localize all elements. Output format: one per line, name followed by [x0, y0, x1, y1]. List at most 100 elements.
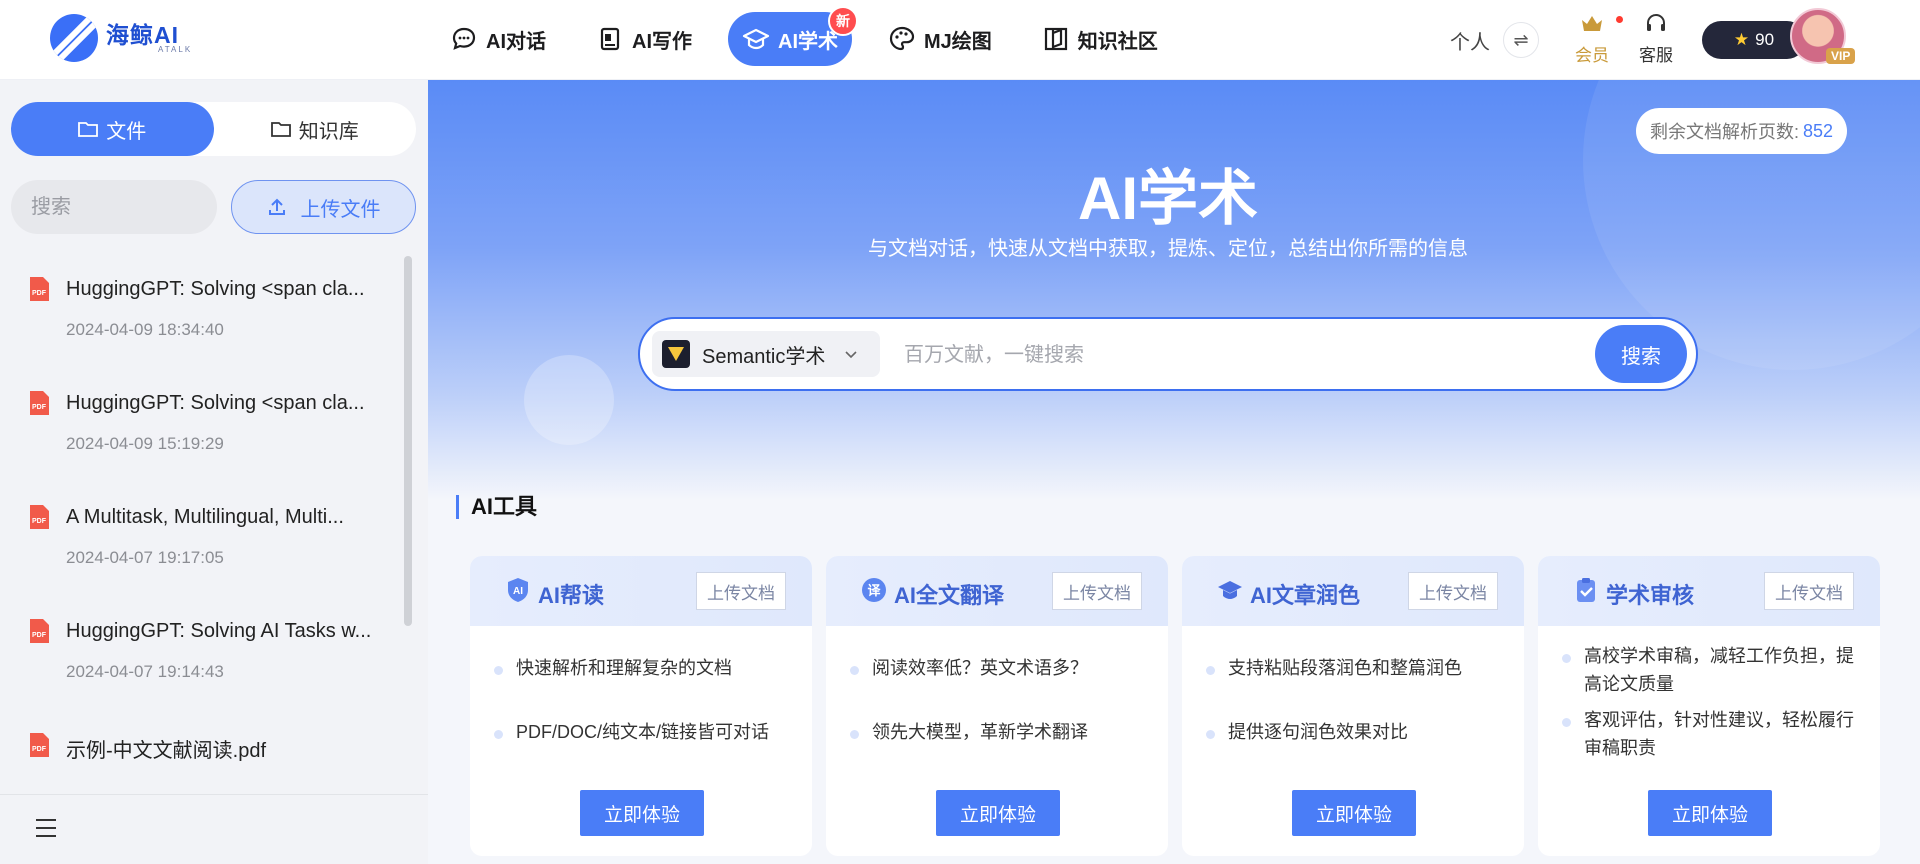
file-list: PDF HuggingGPT: Solving <span cla... 202…: [0, 266, 410, 836]
try-now-button[interactable]: 立即体验: [936, 790, 1060, 836]
pdf-icon: PDF: [30, 505, 49, 529]
svg-text:PDF: PDF: [32, 746, 47, 753]
upload-doc-button[interactable]: 上传文档: [1764, 572, 1854, 610]
folder-icon: [270, 122, 291, 137]
notification-dot: [1616, 16, 1623, 23]
feature-item: 领先大模型，革新学术翻译: [850, 718, 1150, 746]
list-item[interactable]: PDF HuggingGPT: Solving <span cla... 202…: [0, 266, 410, 380]
search-input[interactable]: [31, 195, 181, 219]
member-button[interactable]: 会员: [1572, 12, 1612, 66]
translate-icon: 译: [862, 578, 886, 602]
section-title: AI工具: [456, 495, 537, 519]
nav-item-ai-chat[interactable]: AI对话: [436, 12, 560, 66]
folder-icon: [78, 122, 99, 137]
tool-cards: AI AI帮读 上传文档 快速解析和理解复杂的文档 PDF/DOC/纯文本/链接…: [470, 556, 1910, 864]
customer-service-button[interactable]: 客服: [1634, 12, 1678, 66]
tool-card-ai-polish: AI文章润色 上传文档 支持粘贴段落润色和整篇润色 提供逐句润色效果对比 立即体…: [1182, 556, 1524, 856]
sidebar-tabs: 文件 知识库: [11, 102, 416, 156]
tool-card-academic-review: 学术审核 上传文档 高校学术审稿，减轻工作负担，提高论文质量 客观评估，针对性建…: [1538, 556, 1880, 856]
clipboard-check-icon: [1577, 578, 1595, 602]
feature-item: PDF/DOC/纯文本/链接皆可对话: [494, 718, 794, 746]
vip-badge: VIP: [1826, 48, 1856, 64]
upload-label: 上传文件: [300, 198, 381, 221]
list-item[interactable]: PDF HuggingGPT: Solving AI Tasks w... 20…: [0, 608, 410, 722]
file-name: A Multitask, Multilingual, Multi...: [66, 506, 344, 528]
tool-card-ai-read: AI AI帮读 上传文档 快速解析和理解复杂的文档 PDF/DOC/纯文本/链接…: [470, 556, 812, 856]
card-header: AI文章润色 上传文档: [1182, 556, 1524, 626]
swap-icon[interactable]: ⇌: [1503, 22, 1539, 58]
tool-card-ai-translate: 译 AI全文翻译 上传文档 阅读效率低？英文术语多？ 领先大模型，革新学术翻译 …: [826, 556, 1168, 856]
card-features: 阅读效率低？英文术语多？ 领先大模型，革新学术翻译: [850, 654, 1150, 782]
card-title: 学术审核: [1606, 583, 1695, 608]
page-title: AI学术: [1078, 165, 1258, 232]
svg-text:PDF: PDF: [32, 404, 47, 411]
svg-text:AI: AI: [513, 586, 523, 597]
feature-item: 阅读效率低？英文术语多？: [850, 654, 1150, 682]
nav-label: AI写作: [632, 30, 692, 53]
points-value: 90: [1755, 30, 1775, 49]
nav-item-ai-academic[interactable]: AI学术 新: [728, 6, 858, 66]
sidebar-scrollbar[interactable]: [404, 256, 412, 626]
feature-item: 高校学术审稿，减轻工作负担，提高论文质量: [1562, 642, 1862, 698]
menu-icon[interactable]: [36, 819, 56, 837]
card-header: AI AI帮读 上传文档: [470, 556, 812, 626]
svg-text:PDF: PDF: [32, 518, 47, 525]
card-features: 支持粘贴段落润色和整篇润色 提供逐句润色效果对比: [1206, 654, 1506, 782]
nav-label: AI对话: [486, 30, 546, 53]
sidebar-footer: [0, 794, 428, 864]
graduation-cap-icon: [1218, 581, 1242, 599]
feature-item: 客观评估，针对性建议，轻松履行审稿职责: [1562, 706, 1862, 762]
palette-icon: [889, 26, 915, 51]
literature-search-bar: Semantic学术 搜索: [638, 317, 1698, 391]
list-item[interactable]: PDF HuggingGPT: Solving <span cla... 202…: [0, 380, 410, 494]
file-name: HuggingGPT: Solving AI Tasks w...: [66, 620, 372, 642]
card-header: 译 AI全文翻译 上传文档: [826, 556, 1168, 626]
literature-search-input[interactable]: [904, 339, 1544, 371]
nav-label: AI学术: [778, 30, 838, 53]
brand-logo[interactable]: 海鲸AI ATALK: [50, 14, 192, 62]
brand-sub: ATALK: [158, 44, 193, 54]
upload-doc-button[interactable]: 上传文档: [1408, 572, 1498, 610]
upload-doc-button[interactable]: 上传文档: [696, 572, 786, 610]
try-now-button[interactable]: 立即体验: [1648, 790, 1772, 836]
remaining-label: 剩余文档解析页数:: [1650, 122, 1800, 142]
remaining-count: 852: [1803, 120, 1834, 141]
remaining-pages-badge: 剩余文档解析页数: 852: [1636, 108, 1848, 154]
star-icon: ★: [1733, 30, 1750, 49]
nav-item-mj-drawing[interactable]: MJ绘图: [874, 12, 1006, 66]
feature-item: 支持粘贴段落润色和整篇润色: [1206, 654, 1506, 682]
list-item[interactable]: PDF A Multitask, Multilingual, Multi... …: [0, 494, 410, 608]
file-name: HuggingGPT: Solving <span cla...: [66, 278, 365, 300]
nav-label: 知识社区: [1077, 30, 1158, 53]
brand-name: 海鲸AI: [106, 21, 179, 48]
card-header: 学术审核 上传文档: [1538, 556, 1880, 626]
file-name: HuggingGPT: Solving <span cla...: [66, 392, 365, 414]
search-button[interactable]: 搜索: [1595, 325, 1687, 383]
sidebar: 文件 知识库 上传文件 PDF HuggingGPT: Solving <spa…: [0, 80, 428, 864]
upload-doc-button[interactable]: 上传文档: [1052, 572, 1142, 610]
file-name: 示例-中文文献阅读.pdf: [66, 740, 267, 762]
book-icon: [1044, 27, 1067, 51]
file-time: 2024-04-09 18:34:40: [66, 320, 224, 339]
tab-knowledge-base[interactable]: 知识库: [214, 102, 417, 156]
crown-icon: [1582, 16, 1602, 31]
nav-item-ai-writing[interactable]: AI写作: [582, 12, 706, 66]
upload-file-button[interactable]: 上传文件: [231, 180, 416, 234]
try-now-button[interactable]: 立即体验: [1292, 790, 1416, 836]
personal-label[interactable]: 个人: [1450, 26, 1490, 55]
svg-text:PDF: PDF: [32, 290, 47, 297]
semantic-scholar-logo-icon: [662, 340, 690, 368]
card-features: 高校学术审稿，减轻工作负担，提高论文质量 客观评估，针对性建议，轻松履行审稿职责: [1562, 642, 1862, 770]
pdf-icon: PDF: [30, 619, 49, 643]
file-time: 2024-04-07 19:14:43: [66, 662, 224, 681]
top-bar: 海鲸AI ATALK AI对话 AI写作 AI学术 新 MJ绘图 知识社区 个人…: [0, 0, 1920, 80]
nav-item-knowledge-community[interactable]: 知识社区: [1028, 12, 1172, 66]
member-label: 会员: [1575, 46, 1609, 65]
card-features: 快速解析和理解复杂的文档 PDF/DOC/纯文本/链接皆可对话: [494, 654, 794, 782]
engine-select[interactable]: Semantic学术: [652, 331, 880, 377]
tab-files[interactable]: 文件: [11, 102, 214, 156]
pdf-icon: PDF: [30, 277, 49, 301]
file-time: 2024-04-09 15:19:29: [66, 434, 224, 453]
try-now-button[interactable]: 立即体验: [580, 790, 704, 836]
page-subtitle: 与文档对话，快速从文档中获取，提炼、定位，总结出你所需的信息: [868, 238, 1468, 260]
